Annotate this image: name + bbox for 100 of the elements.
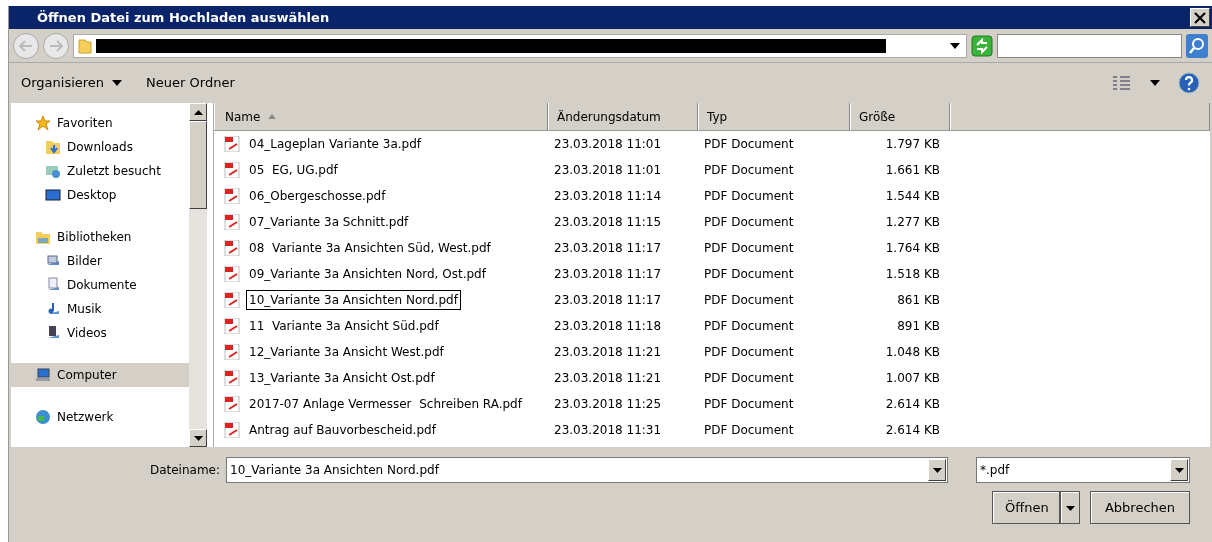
scrollbar[interactable]: [189, 103, 207, 447]
pdf-file-icon: [224, 136, 240, 152]
file-name[interactable]: 10_Variante 3a Ansichten Nord.pdf: [246, 290, 461, 310]
pdf-file-icon: [224, 188, 240, 204]
cancel-button[interactable]: Abbrechen: [1090, 491, 1190, 524]
sidebar-item[interactable]: Desktop: [11, 183, 189, 207]
filename-field[interactable]: 10_Variante 3a Ansichten Nord.pdf: [226, 457, 948, 483]
table-cell-text: PDF Document: [703, 292, 795, 309]
table-cell-text: 23.03.2018 11:01: [553, 162, 663, 179]
table-cell-text: 23.03.2018 11:15: [553, 214, 663, 231]
dropdown-button[interactable]: [1170, 459, 1188, 481]
table-cell-text: 23.03.2018 11:17: [553, 266, 663, 283]
table-cell-text: 2.614 KB: [884, 422, 941, 439]
help-icon[interactable]: [1178, 72, 1200, 94]
pdf-file-icon: [224, 162, 240, 178]
scroll-down-button[interactable]: [189, 429, 207, 447]
table-cell-text: PDF Document: [703, 370, 795, 387]
table-cell-text: 23.03.2018 11:17: [553, 240, 663, 257]
pdf-file-icon: [224, 266, 240, 282]
column-header[interactable]: Änderungsdatum: [548, 103, 698, 130]
table-cell-text: 23.03.2018 11:21: [553, 344, 663, 361]
pdf-file-icon: [224, 240, 240, 256]
dropdown-arrow-button[interactable]: [1060, 491, 1080, 524]
scroll-up-button[interactable]: [189, 103, 207, 121]
dropdown-button[interactable]: [928, 459, 946, 481]
sidebar-item[interactable]: Favoriten: [11, 111, 189, 135]
column-header[interactable]: Name: [214, 103, 548, 130]
star-icon: [35, 115, 51, 131]
organize-menu[interactable]: Organisieren: [21, 73, 123, 93]
table-cell-text: 1.797 KB: [884, 136, 941, 153]
sidebar-item[interactable]: Computer: [11, 363, 189, 387]
open-split-button[interactable]: Öffnen: [992, 491, 1080, 524]
view-options-icon[interactable]: [1112, 75, 1132, 91]
address-field[interactable]: [73, 33, 967, 58]
table-cell-text: 23.03.2018 11:25: [553, 396, 663, 413]
table-cell-text: 1.544 KB: [884, 188, 941, 205]
column-header[interactable]: Größe: [850, 103, 950, 130]
down-arrow-icon: [932, 467, 942, 473]
dropdown-arrow-icon[interactable]: [950, 42, 960, 49]
table-cell-text: 1.007 KB: [884, 370, 941, 387]
search-icon[interactable]: [1186, 33, 1208, 58]
table-cell-text: PDF Document: [703, 318, 795, 335]
pdf-file-icon: [224, 396, 240, 412]
up-arrow-icon: [193, 109, 203, 115]
refresh-icon[interactable]: [971, 34, 993, 57]
sidebar-item[interactable]: Bilder: [11, 249, 189, 273]
back-arrow-icon: [19, 39, 33, 52]
sidebar-item[interactable]: Downloads: [11, 135, 189, 159]
pdf-file-icon: [224, 344, 240, 360]
file-name[interactable]: 04_Lageplan Variante 3a.pdf: [246, 134, 425, 154]
pdf-file-icon: [224, 318, 240, 334]
forward-arrow-icon: [49, 39, 63, 52]
sidebar-item[interactable]: Dokumente: [11, 273, 189, 297]
sidebar-item[interactable]: Musik: [11, 297, 189, 321]
table-cell-text: 1.518 KB: [884, 266, 941, 283]
scroll-thumb[interactable]: [189, 121, 207, 209]
table-cell-text: 1.277 KB: [884, 214, 941, 231]
sidebar-item[interactable]: Zuletzt besucht: [11, 159, 189, 183]
sidebar-item[interactable]: Netzwerk: [11, 405, 189, 429]
open-button[interactable]: Öffnen: [992, 491, 1060, 524]
document-icon: [45, 277, 61, 293]
table-cell-text: 23.03.2018 11:14: [553, 188, 663, 205]
pdf-file-icon: [224, 214, 240, 230]
down-arrow-icon: [1065, 505, 1075, 511]
file-name[interactable]: 07_Variante 3a Schnitt.pdf: [246, 212, 412, 232]
table-cell-text: 891 KB: [896, 318, 941, 335]
table-cell-text: PDF Document: [703, 188, 795, 205]
column-header[interactable]: Typ: [698, 103, 850, 130]
file-name[interactable]: 05 EG, UG.pdf: [246, 160, 341, 180]
file-name[interactable]: 11 Variante 3a Ansicht Süd.pdf: [246, 316, 442, 336]
file-name[interactable]: 06_Obergeschosse.pdf: [246, 186, 389, 206]
dropdown-arrow-icon[interactable]: [1150, 80, 1160, 86]
computer-icon: [35, 367, 51, 383]
file-type-dropdown[interactable]: *.pdf: [976, 457, 1190, 483]
file-name[interactable]: 13_Variante 3a Ansicht Ost.pdf: [246, 368, 438, 388]
file-name[interactable]: 12_Variante 3a Ansicht West.pdf: [246, 342, 447, 362]
pdf-file-icon: [224, 292, 240, 308]
close-button[interactable]: [1190, 8, 1210, 27]
table-cell-text: PDF Document: [703, 240, 795, 257]
folder-icon: [45, 139, 61, 155]
window-title: Öffnen Datei zum Hochladen auswählen: [37, 8, 330, 27]
down-arrow-icon: [1174, 467, 1184, 473]
file-name[interactable]: 08 Variante 3a Ansichten Süd, West.pdf: [246, 238, 494, 258]
down-arrow-icon: [193, 435, 203, 441]
file-name[interactable]: Antrag auf Bauvorbescheid.pdf: [246, 420, 439, 440]
search-field[interactable]: [997, 33, 1182, 58]
table-cell-text: PDF Document: [703, 214, 795, 231]
table-cell-text: PDF Document: [703, 136, 795, 153]
sidebar-item[interactable]: Videos: [11, 321, 189, 345]
new-folder-button[interactable]: Neuer Ordner: [146, 73, 235, 93]
table-cell-text: PDF Document: [703, 422, 795, 439]
table-cell-text: 1.764 KB: [884, 240, 941, 257]
file-name[interactable]: 2017-07 Anlage Vermesser Schreiben RA.pdf: [246, 394, 525, 414]
table-cell-text: 2.614 KB: [884, 396, 941, 413]
sidebar-item[interactable]: Bibliotheken: [11, 225, 189, 249]
file-name[interactable]: 09_Variante 3a Ansichten Nord, Ost.pdf: [246, 264, 489, 284]
table-cell-text: 23.03.2018 11:17: [553, 292, 663, 309]
table-cell-text: 1.048 KB: [884, 344, 941, 361]
table-cell-text: 1.661 KB: [884, 162, 941, 179]
table-cell-text: 861 KB: [896, 292, 941, 309]
